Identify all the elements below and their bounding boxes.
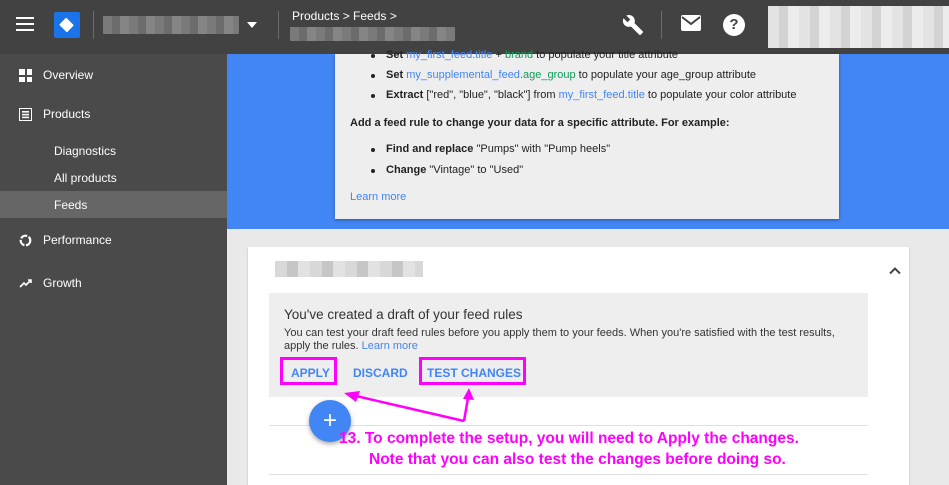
mail-icon[interactable] [680, 14, 702, 32]
sidebar-item-label: All products [54, 171, 117, 185]
attribute-name: age_group [523, 69, 576, 81]
sidebar-item-label: Growth [43, 276, 82, 290]
tutorial-annotation: 13. To complete the setup, you will need… [339, 428, 929, 470]
account-name-redacted[interactable] [103, 16, 239, 34]
example-set-age-group: Set my_supplemental_feed.age_group to po… [370, 69, 757, 81]
feed-name: my_supplemental_feed [406, 69, 520, 81]
attribute-name: brand [504, 49, 534, 61]
sidebar-item-growth[interactable]: Growth [0, 269, 227, 297]
breadcrumb[interactable]: Products > Feeds > [292, 9, 397, 23]
example-set-title: Set my_first_feed.title + brand to popul… [370, 49, 679, 61]
draft-notice: You've created a draft of your feed rule… [269, 293, 868, 397]
feed-name-redacted [290, 27, 455, 41]
rule-description: to populate your age_group attribute [575, 69, 757, 81]
donut-icon [19, 234, 32, 247]
sidebar: Overview Products Diagnostics All produc… [0, 54, 227, 485]
rule-verb: Set [386, 49, 404, 61]
account-info-redacted[interactable] [768, 6, 949, 48]
sidebar-item-label: Performance [43, 233, 112, 247]
menu-icon[interactable] [16, 17, 34, 31]
discard-button[interactable]: DISCARD [353, 366, 408, 380]
attribute-name: title [627, 89, 645, 101]
rule-description: to populate your title attribute [533, 49, 679, 61]
sidebar-item-overview[interactable]: Overview [0, 61, 227, 89]
merchant-center-logo[interactable] [54, 12, 80, 38]
example-extract-color: Extract ["red", "blue", "black"] from my… [370, 89, 797, 101]
help-icon[interactable]: ? [723, 14, 745, 36]
apply-highlight-box [280, 357, 337, 385]
rule-title-redacted [275, 261, 423, 277]
attribute-name: title [475, 49, 493, 61]
divider [93, 11, 94, 39]
example-find-replace: Find and replace "Pumps" with "Pump heel… [370, 143, 611, 155]
top-app-bar: Products > Feeds > ? [0, 0, 949, 54]
divider [269, 474, 868, 475]
sidebar-item-products[interactable]: Products [0, 100, 227, 128]
plus-sign: + [492, 49, 505, 61]
rule-description: to populate your color attribute [644, 89, 797, 101]
main-content: Set my_first_feed.title + brand to popul… [227, 49, 949, 485]
learn-more-link[interactable]: Learn more [362, 340, 418, 352]
rule-verb: Change [386, 164, 427, 176]
annotation-line-2: Note that you can also test the changes … [369, 451, 786, 468]
sidebar-item-label: Diagnostics [54, 144, 117, 158]
rule-description: ["red", "blue", "black"] from [423, 89, 559, 101]
sidebar-item-all-products[interactable]: All products [0, 164, 227, 191]
rule-description: "Vintage" to "Used" [426, 164, 524, 176]
feed-name: my_first_feed [558, 89, 625, 101]
annotation-line-1: 13. To complete the setup, you will need… [339, 430, 799, 447]
draft-title: You've created a draft of your feed rule… [284, 307, 523, 322]
sidebar-item-label: Products [43, 107, 91, 121]
sidebar-item-label: Feeds [54, 198, 88, 212]
feed-name: my_first_feed [406, 49, 473, 61]
sidebar-item-diagnostics[interactable]: Diagnostics [0, 137, 227, 164]
example-change: Change "Vintage" to "Used" [370, 164, 524, 176]
list-icon [19, 108, 32, 121]
wrench-icon[interactable] [622, 14, 644, 36]
feed-rules-info-card: Set my_first_feed.title + brand to popul… [335, 49, 839, 219]
draft-description: You can test your draft feed rules befor… [284, 327, 854, 353]
chevron-up-icon[interactable] [888, 264, 902, 278]
divider [278, 11, 279, 39]
test-changes-highlight-box [419, 357, 526, 385]
divider [661, 11, 662, 39]
rule-verb: Set [386, 69, 404, 81]
divider [269, 425, 868, 426]
chevron-down-icon[interactable] [247, 22, 257, 28]
sidebar-item-performance[interactable]: Performance [0, 226, 227, 254]
learn-more-link[interactable]: Learn more [350, 191, 406, 203]
rule-verb: Extract [386, 89, 424, 101]
sidebar-item-label: Overview [43, 68, 94, 82]
rule-verb: Find and replace [386, 143, 474, 155]
rule-description: "Pumps" with "Pump heels" [473, 143, 611, 155]
trending-up-icon [19, 277, 32, 290]
sidebar-item-feeds[interactable]: Feeds [0, 191, 227, 218]
card-heading: Add a feed rule to change your data for … [350, 117, 730, 129]
dashboard-icon [19, 69, 32, 82]
